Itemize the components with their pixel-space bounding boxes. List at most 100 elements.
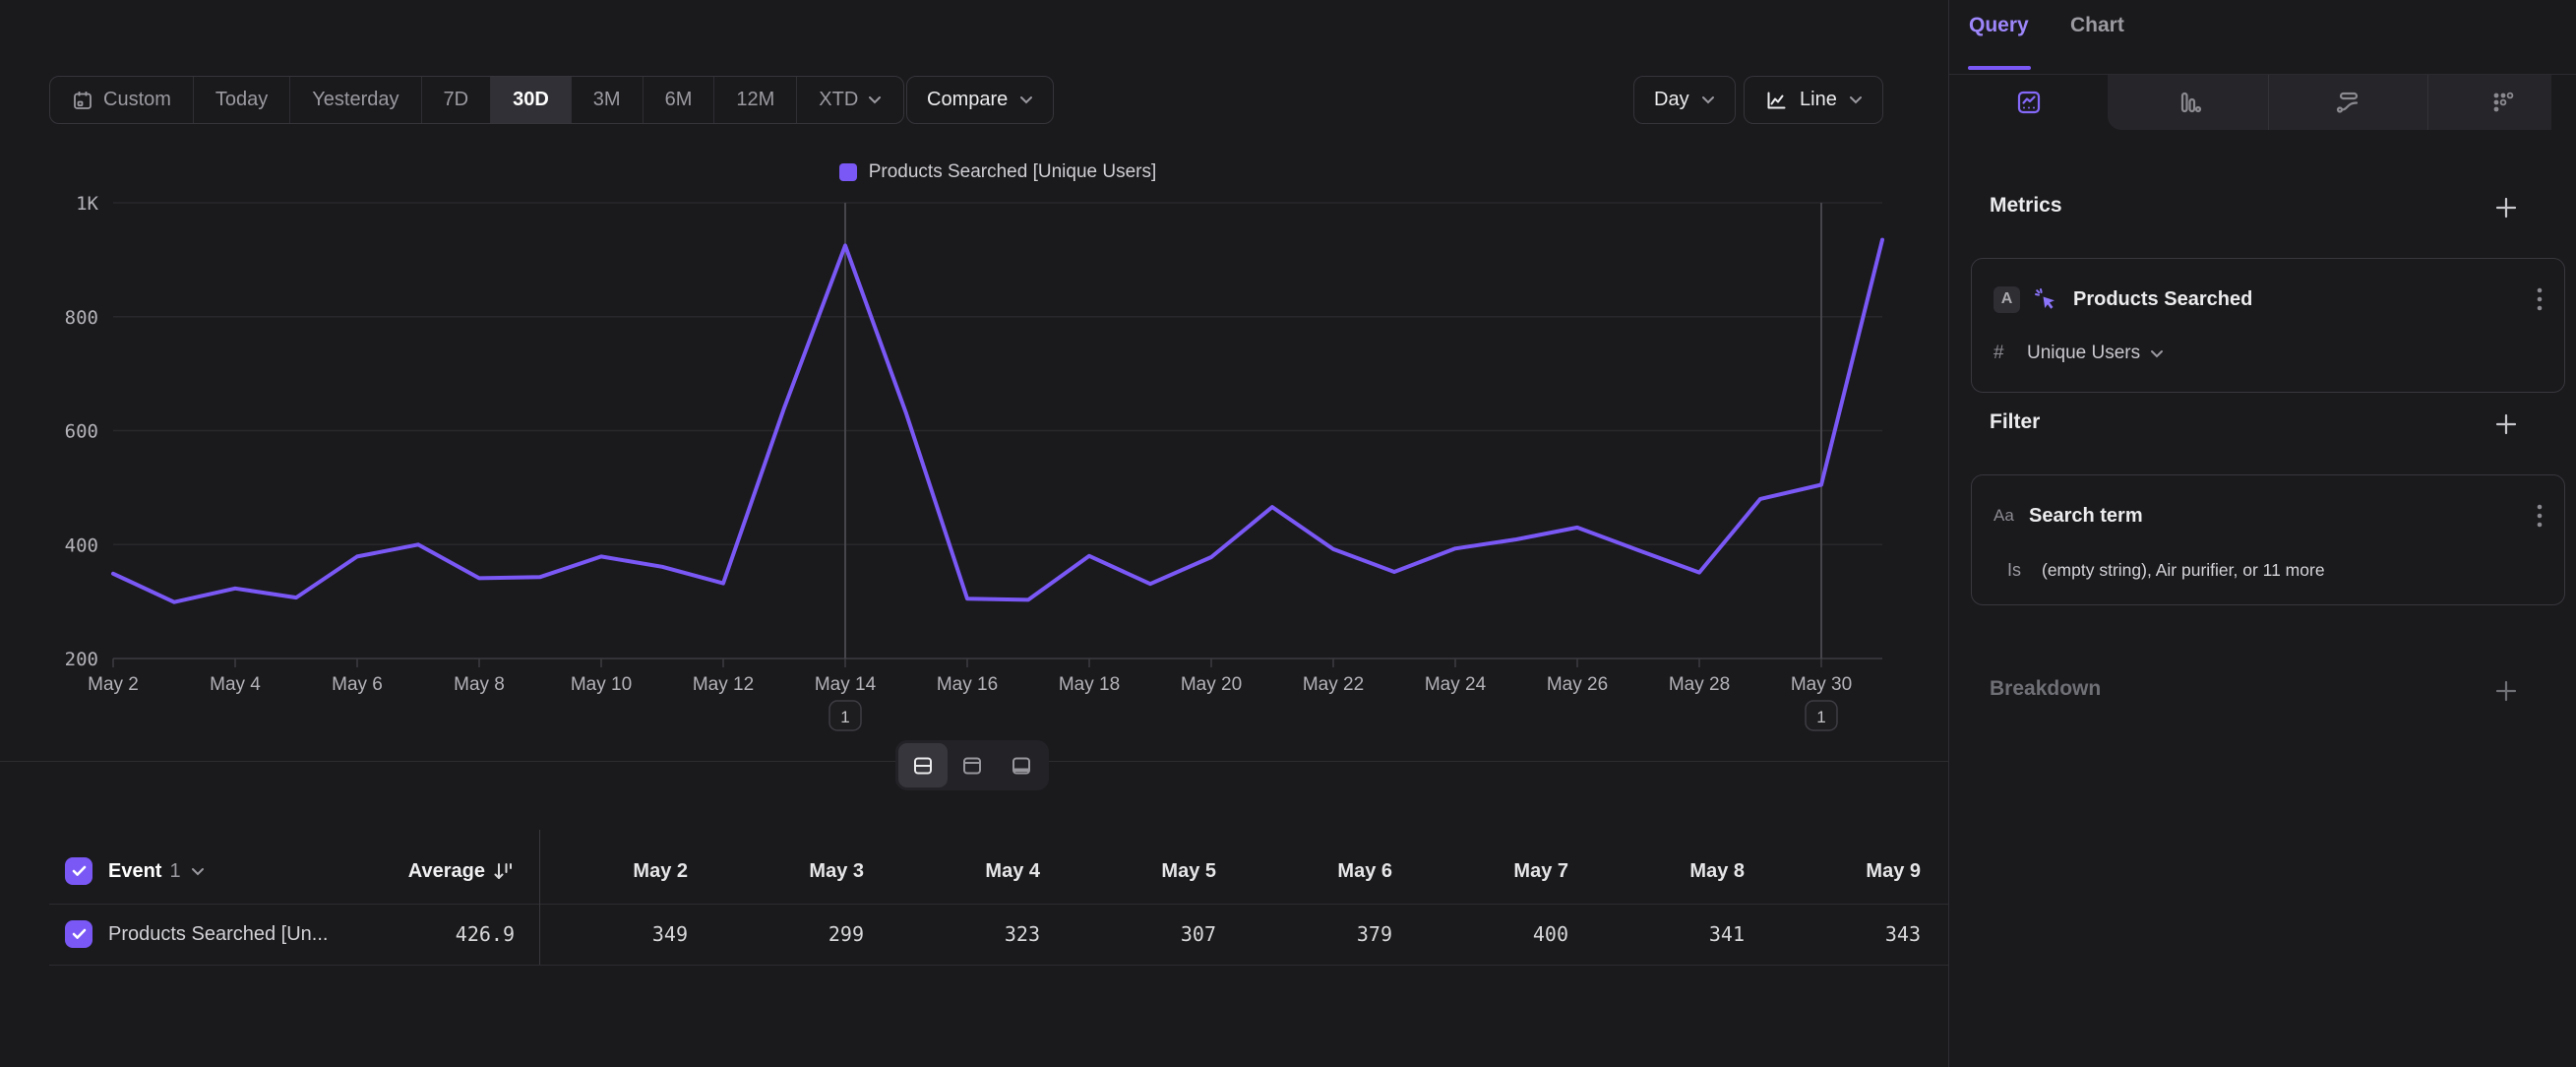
breakdown-section-title: Breakdown: [1990, 677, 2101, 701]
x-tick-label: May 6: [332, 674, 383, 695]
number-type-icon: #: [1993, 343, 2027, 364]
table-header-row: Event 1 Average May 2 May 3 May 4 May 5 …: [0, 839, 1948, 904]
x-tick-label: May 8: [454, 674, 505, 695]
event-click-icon: [2032, 285, 2059, 313]
cell-value: 299: [715, 922, 891, 946]
range-7d-button[interactable]: 7D: [422, 77, 492, 123]
average-column-label: Average: [408, 860, 485, 883]
chart-only-view-button[interactable]: [948, 743, 997, 787]
y-tick-label: 200: [65, 649, 98, 670]
date-column-header: May 3: [715, 860, 891, 883]
date-column-header: May 5: [1068, 860, 1244, 883]
chevron-down-icon: [1019, 95, 1033, 104]
tab-query[interactable]: Query: [1969, 14, 2029, 37]
filter-options-button[interactable]: [2537, 503, 2543, 529]
y-tick-label: 1K: [76, 193, 98, 215]
metric-card-header: A Products Searched: [1993, 284, 2543, 314]
granularity-dropdown[interactable]: Day: [1633, 76, 1736, 124]
filter-card[interactable]: Aa Search term Is (empty string), Air pu…: [1971, 474, 2565, 605]
metric-card[interactable]: A Products Searched # Unique Users: [1971, 258, 2565, 393]
viz-tab-flows[interactable]: [2268, 75, 2427, 130]
table-column-divider: [539, 830, 540, 965]
date-column-header: May 2: [539, 860, 715, 883]
chart-legend: Products Searched [Unique Users]: [113, 157, 1882, 187]
range-3m-button[interactable]: 3M: [572, 77, 644, 123]
row-checkbox[interactable]: [65, 920, 92, 948]
date-column-header: May 8: [1596, 860, 1772, 883]
chevron-down-icon: [1849, 95, 1863, 104]
cell-value: 400: [1420, 922, 1596, 946]
viz-tab-bar[interactable]: [2108, 75, 2268, 130]
viz-tab-insights[interactable]: [1949, 75, 2108, 130]
chevron-down-icon: [1701, 95, 1715, 104]
split-view-button[interactable]: [898, 743, 948, 787]
event-column-label: Event: [108, 860, 161, 883]
add-filter-button[interactable]: [2493, 411, 2519, 437]
y-tick-label: 400: [65, 534, 98, 556]
chevron-down-icon[interactable]: [2150, 349, 2164, 358]
add-breakdown-button[interactable]: [2493, 678, 2519, 704]
range-yesterday-button[interactable]: Yesterday: [290, 77, 421, 123]
split-view-icon: [911, 754, 935, 778]
select-all-checkbox[interactable]: [65, 857, 92, 885]
cell-value: 379: [1244, 922, 1420, 946]
viz-tab-retention[interactable]: [2427, 75, 2576, 130]
x-tick-label: May 30: [1791, 674, 1852, 695]
range-label: Custom: [103, 89, 171, 111]
range-12m-button[interactable]: 12M: [714, 77, 797, 123]
range-xtd-button[interactable]: XTD: [797, 77, 903, 123]
date-column-header: May 6: [1244, 860, 1420, 883]
query-builder-panel: Query Chart: [1949, 0, 2576, 1067]
range-today-button[interactable]: Today: [194, 77, 290, 123]
chart-type-dropdown[interactable]: Line: [1744, 76, 1883, 124]
date-range-selector: Custom Today Yesterday 7D 30D 3M 6M 12M …: [49, 76, 904, 124]
range-6m-button[interactable]: 6M: [644, 77, 715, 123]
cell-value: 341: [1596, 922, 1772, 946]
x-tick-label: May 28: [1669, 674, 1730, 695]
x-tick-label: May 4: [210, 674, 261, 695]
x-tick-label: May 24: [1425, 674, 1487, 695]
table-divider: [49, 965, 1948, 966]
annotation-badge-label: 1: [840, 708, 849, 726]
table-row[interactable]: Products Searched [Un... 426.9 349 299 3…: [0, 904, 1948, 965]
filter-operator[interactable]: Is: [2007, 560, 2042, 581]
filter-value[interactable]: (empty string), Air purifier, or 11 more: [2042, 560, 2325, 581]
metric-name[interactable]: Products Searched: [2073, 288, 2252, 311]
view-toggle: [895, 740, 1049, 790]
string-type-icon: Aa: [1993, 506, 2029, 526]
check-icon: [72, 928, 87, 940]
legend-swatch: [839, 163, 857, 181]
x-tick-label: May 2: [88, 674, 139, 695]
metrics-section-title: Metrics: [1990, 194, 2062, 218]
compare-button[interactable]: Compare: [906, 76, 1054, 124]
x-tick-label: May 10: [571, 674, 632, 695]
kebab-menu-icon: [2537, 503, 2543, 529]
table-only-view-icon: [1010, 754, 1033, 778]
annotation-badge: [1806, 701, 1837, 730]
check-icon: [72, 865, 87, 877]
chevron-down-icon[interactable]: [191, 867, 205, 876]
filter-section-title: Filter: [1990, 410, 2040, 434]
y-tick-label: 600: [65, 421, 98, 443]
range-30d-button[interactable]: 30D: [491, 77, 572, 123]
table-only-view-button[interactable]: [997, 743, 1046, 787]
cell-value: 323: [891, 922, 1068, 946]
filter-property-name[interactable]: Search term: [2029, 505, 2143, 528]
sort-descending-icon[interactable]: [491, 859, 515, 883]
legend-label: Products Searched [Unique Users]: [869, 161, 1157, 183]
measure-selector[interactable]: Unique Users: [2027, 343, 2140, 364]
range-custom-button[interactable]: Custom: [50, 77, 194, 123]
date-column-header: May 7: [1420, 860, 1596, 883]
series-line: [113, 240, 1882, 602]
metric-options-button[interactable]: [2537, 286, 2543, 312]
x-tick-label: May 16: [937, 674, 998, 695]
calendar-icon: [72, 90, 93, 111]
x-tick-label: May 18: [1059, 674, 1120, 695]
filter-condition-row: Is (empty string), Air purifier, or 11 m…: [2007, 556, 2543, 584]
analytics-report-app: Custom Today Yesterday 7D 30D 3M 6M 12M …: [0, 0, 2576, 1067]
filter-card-header: Aa Search term: [1993, 501, 2543, 531]
add-metric-button[interactable]: [2493, 195, 2519, 220]
x-tick-label: May 26: [1547, 674, 1608, 695]
tab-chart[interactable]: Chart: [2070, 14, 2124, 37]
x-tick-label: May 22: [1303, 674, 1364, 695]
